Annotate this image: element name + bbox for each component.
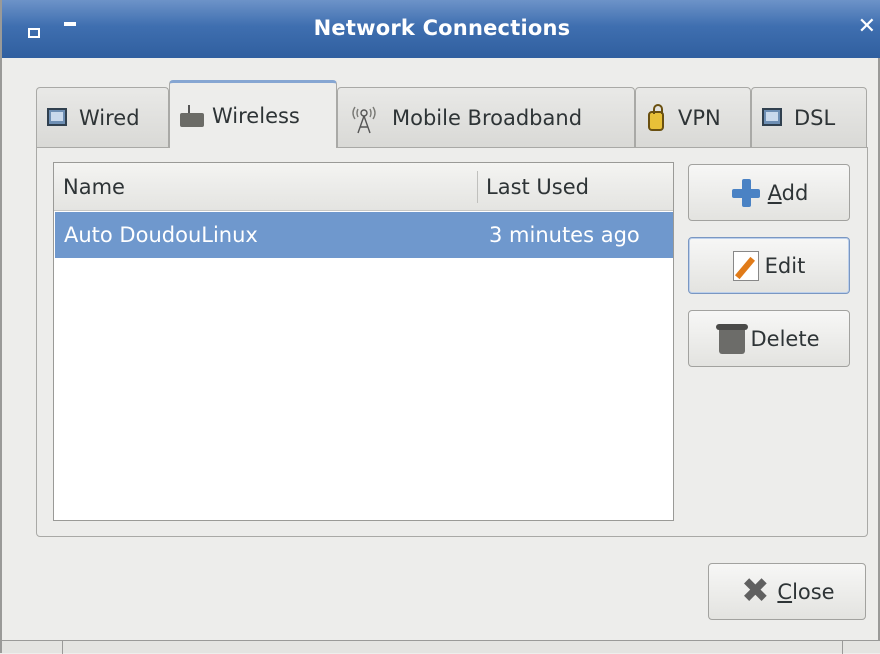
delete-label: Delete	[750, 326, 820, 351]
tab-wired[interactable]: Wired	[36, 87, 169, 147]
antenna-icon	[348, 106, 376, 133]
tab-dsl[interactable]: DSL	[751, 87, 867, 147]
monitor-icon	[762, 107, 784, 129]
plus-icon	[730, 177, 762, 209]
column-separator[interactable]	[477, 171, 478, 203]
tab-label: Wireless	[212, 103, 300, 128]
list-header: Name Last Used	[54, 163, 673, 211]
tab-label: DSL	[794, 105, 836, 130]
list-item[interactable]: Auto DoudouLinux 3 minutes ago	[55, 212, 673, 258]
edit-label: Edit	[764, 253, 806, 278]
column-header-last-used[interactable]: Last Used	[486, 175, 589, 199]
close-label: Close	[777, 579, 835, 604]
add-label: Add	[767, 180, 809, 205]
divider	[62, 641, 63, 654]
tab-label: VPN	[678, 105, 721, 130]
connection-name: Auto DoudouLinux	[64, 223, 258, 247]
edit-button[interactable]: Edit	[688, 237, 850, 294]
connection-last-used: 3 minutes ago	[489, 223, 640, 247]
edit-pencil-icon	[732, 250, 759, 281]
close-button[interactable]: ✖ Close	[708, 563, 866, 620]
tab-label: Mobile Broadband	[392, 105, 583, 130]
divider	[842, 641, 843, 654]
trash-icon	[715, 323, 748, 354]
close-x-icon: ✖	[741, 570, 770, 611]
monitor-icon	[47, 107, 69, 129]
column-header-name[interactable]: Name	[63, 175, 125, 199]
connections-list[interactable]: Name Last Used Auto DoudouLinux 3 minute…	[53, 162, 674, 521]
bottom-edge	[2, 640, 880, 654]
add-button[interactable]: Add	[688, 164, 850, 221]
delete-button[interactable]: Delete	[688, 310, 850, 367]
window-title: Network Connections	[313, 16, 571, 40]
title-bar: Network Connections ✕	[2, 0, 880, 58]
tab-label: Wired	[79, 105, 140, 130]
tab-vpn[interactable]: VPN	[635, 87, 751, 147]
network-connections-window: Network Connections ✕ Wired Wireless Mob…	[0, 0, 880, 654]
tab-mobile-broadband[interactable]: Mobile Broadband	[337, 87, 635, 147]
wireless-router-icon	[180, 104, 204, 127]
tab-wireless[interactable]: Wireless	[169, 80, 337, 148]
lock-icon	[646, 103, 668, 131]
close-window-icon[interactable]: ✕	[858, 14, 876, 39]
